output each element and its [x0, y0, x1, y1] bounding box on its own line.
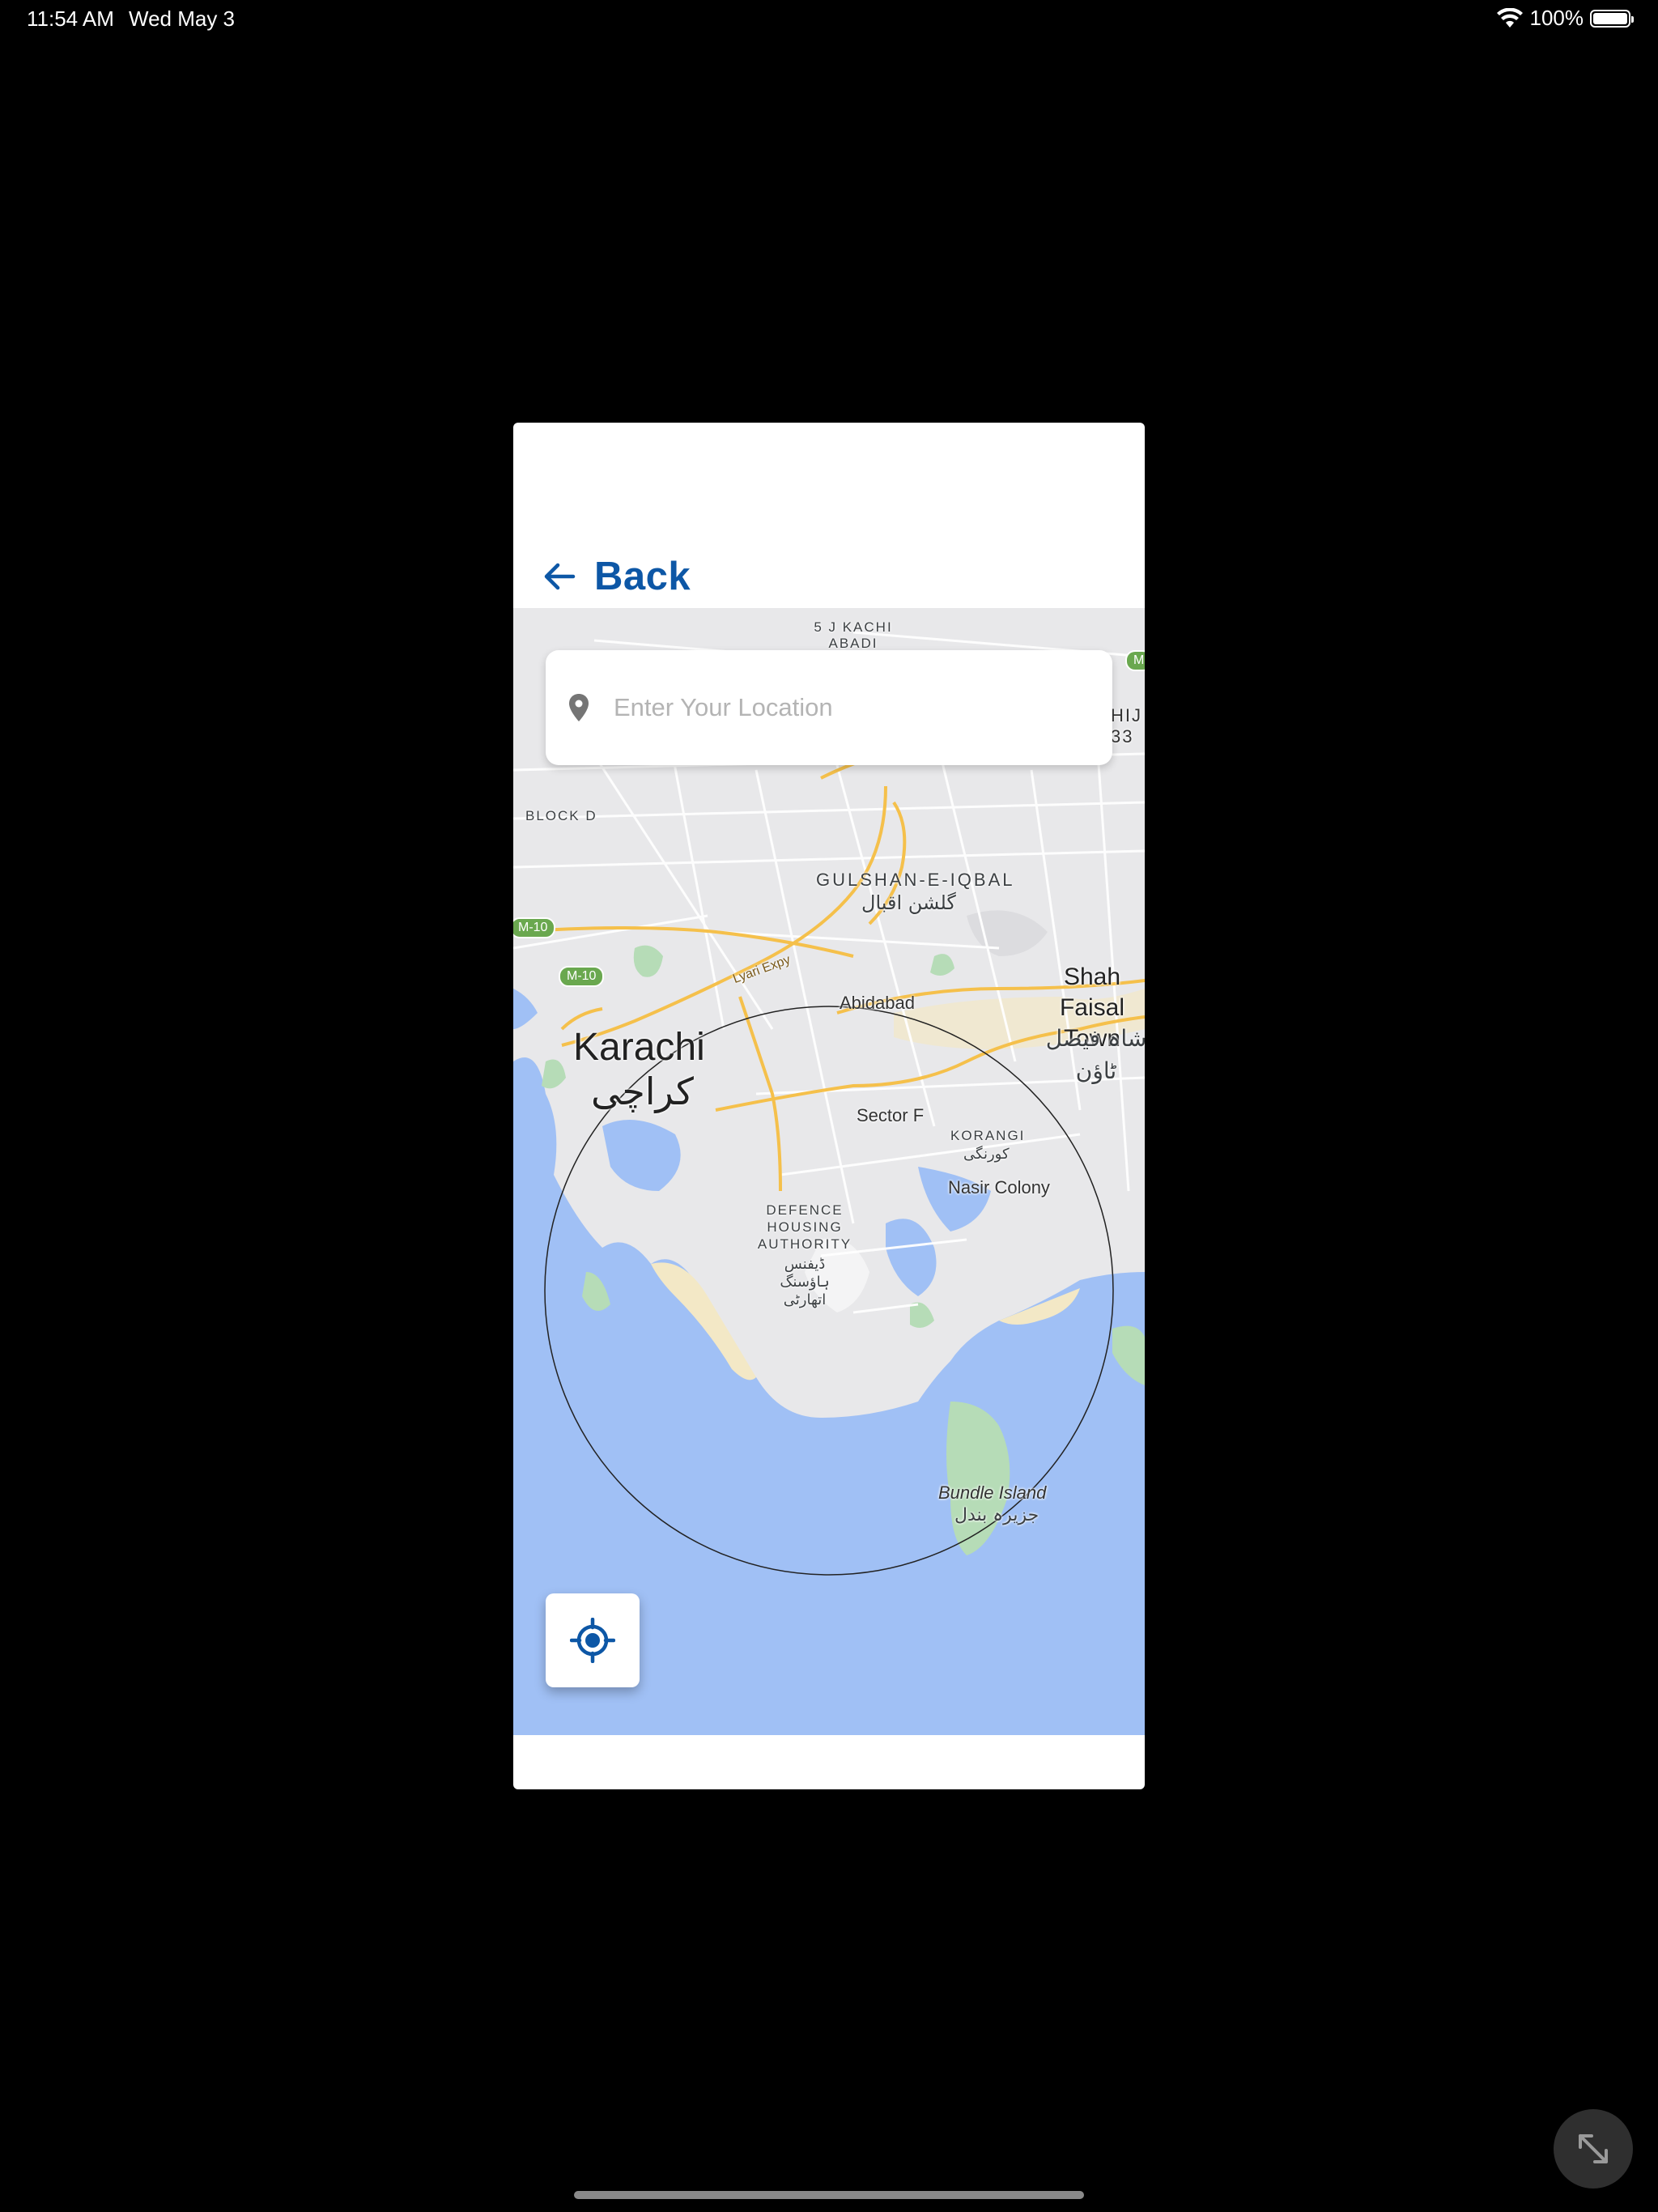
map-label-korangi-urdu: کورنگی [963, 1146, 1010, 1163]
back-label: Back [594, 555, 691, 598]
map-label-abidabad: Abidabad [840, 993, 915, 1013]
status-right: 100% [1496, 6, 1634, 31]
road-shield-m: M [1125, 650, 1145, 671]
road-shield-m10: M-10 [513, 917, 556, 938]
map-label-karachi: Karachi [573, 1026, 705, 1069]
status-date: Wed May 3 [129, 6, 236, 31]
expand-arrows-icon [1579, 2134, 1608, 2163]
map-label-kachi-abadi: 5 J KACHI ABADI [814, 619, 893, 651]
location-search-box [546, 650, 1112, 765]
my-location-button[interactable] [546, 1593, 640, 1687]
battery-icon [1590, 9, 1634, 28]
expand-button[interactable] [1554, 2109, 1633, 2189]
location-pin-icon [569, 694, 589, 721]
location-picker-modal: Back 5 J KACHI ABADI BLOCK D GULSHAN-E-I… [513, 423, 1145, 1789]
map-label-korangi: KORANGI [950, 1128, 1026, 1143]
arrow-left-icon [544, 563, 576, 590]
wifi-icon [1496, 7, 1523, 28]
map-label-bundle-island-urdu: جزیرہ بندل [954, 1505, 1039, 1525]
map-label-bundle-island: Bundle Island [938, 1482, 1047, 1503]
map-label-gulshan-urdu: گلشن اقبال [861, 891, 956, 914]
home-indicator[interactable] [574, 2191, 1084, 2199]
status-time: 11:54 AM [27, 6, 114, 31]
map-label-block-d: BLOCK D [525, 808, 597, 823]
road-shield-m10: M-10 [559, 966, 605, 987]
map-label-gulshan: GULSHAN-E-IQBAL [816, 870, 1015, 890]
map-label-nasir-colony: Nasir Colony [948, 1177, 1050, 1197]
status-bar: 11:54 AM Wed May 3 100% [0, 0, 1658, 39]
coverage-radius-circle [544, 1006, 1114, 1576]
back-button[interactable]: Back [542, 536, 691, 617]
map-label-shah-faisal-urdu: شاہ فیصل ٹاؤن [1045, 1025, 1145, 1084]
map-label-edge-text: HIJ 33 [1111, 705, 1142, 747]
battery-percent: 100% [1529, 6, 1584, 30]
crosshair-target-icon [570, 1618, 615, 1663]
map-view[interactable]: 5 J KACHI ABADI BLOCK D GULSHAN-E-IQBAL … [513, 608, 1145, 1735]
map-label-dha-urdu: ڈیفنس ہاؤسنگ اتھارٹی [780, 1256, 830, 1308]
map-label-sector-f: Sector F [857, 1105, 925, 1125]
map-label-dha: DEFENCE HOUSING AUTHORITY [757, 1202, 852, 1252]
location-search-input[interactable] [612, 683, 1093, 733]
map-label-karachi-urdu: کراچی [591, 1070, 694, 1113]
